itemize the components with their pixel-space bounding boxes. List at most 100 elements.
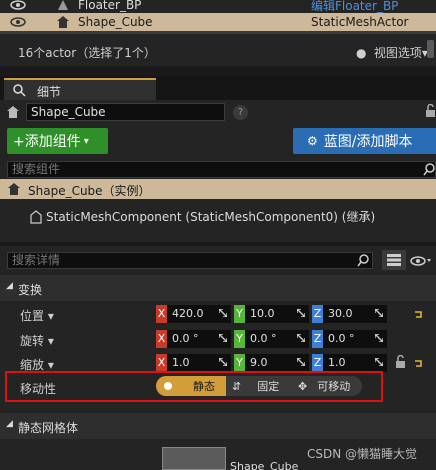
static-mesh-component-icon [30,209,42,224]
actor-name-field[interactable]: Shape_Cube [26,103,225,121]
drag-arrows-icon [219,358,227,366]
component-tree-child[interactable]: StaticMeshComponent (StaticMeshComponent… [30,208,375,225]
rotation-y-input[interactable]: 0.0 ° [245,330,309,348]
actor-icon [8,183,20,195]
location-x-input[interactable]: 420.0 [167,305,231,323]
static-mesh-thumbnail[interactable] [162,447,226,470]
static-mesh-section-header[interactable]: ◢ 静态网格体 [0,413,436,439]
z-axis-tag: Z [312,330,323,348]
location-xyz: X 420.0 Y 10.0 Z 30.0 [156,305,387,323]
collapse-arrow-icon: ◢ [6,281,13,291]
component-root-label: Shape_Cube（实例） [28,184,151,198]
scale-y-input[interactable]: 9.0 [245,354,309,372]
world-outliner: Floater_BP 编辑Floater_BP Shape_Cube Stati… [0,0,436,66]
lock-icon[interactable] [425,104,436,118]
location-label[interactable]: 位置 ▾ [20,307,54,324]
visibility-eye-icon[interactable] [10,0,26,10]
location-y-value: 10.0 [250,307,275,320]
scale-lock-icon[interactable] [395,355,406,369]
eye-icon: ● [356,46,367,60]
add-component-button[interactable]: +添加组件 ▾ [7,128,108,154]
blueprint-gear-icon: ⚙ [307,134,318,148]
collapse-arrow-icon: ◢ [6,419,13,429]
drag-arrows-icon [297,309,305,317]
tab-details[interactable]: 细节 [4,78,156,100]
static-mesh-header-label: 静态网格体 [18,421,79,435]
drag-arrows-icon [297,334,305,342]
component-search-input[interactable]: 搜索组件 [7,161,436,178]
details-search-icon [13,84,26,97]
drag-arrows-icon [219,334,227,342]
static-mesh-actor-icon [57,16,69,28]
outliner-row-type-link[interactable]: 编辑Floater_BP [311,0,398,14]
property-matrix-button[interactable] [382,250,406,270]
scale-xyz: X 1.0 Y 9.0 Z 1.0 [156,354,387,372]
location-x-value: 420.0 [172,307,204,320]
scale-x-value: 1.0 [172,356,190,369]
scale-y-value: 9.0 [250,356,268,369]
scale-x-input[interactable]: 1.0 [167,354,231,372]
outliner-row-floater[interactable]: Floater_BP 编辑Floater_BP [0,0,436,14]
view-options-eye-icon[interactable] [410,256,432,266]
y-axis-tag: Y [234,330,245,348]
blueprint-script-button[interactable]: ⚙ 蓝图/添加脚本 [293,128,436,154]
scale-z-input[interactable]: 1.0 [323,354,387,372]
drag-arrows-icon [375,334,383,342]
rotation-label[interactable]: 旋转 ▾ [20,332,54,349]
component-child-label: StaticMeshComponent (StaticMeshComponent… [46,210,376,224]
drag-arrows-icon [375,309,383,317]
tab-details-label: 细节 [37,85,62,99]
outliner-row-name: Shape_Cube [78,15,153,29]
component-tree-root[interactable]: Shape_Cube（实例） [0,179,436,199]
chevron-down-icon: ▾ [47,334,54,348]
scale-z-value: 1.0 [328,356,346,369]
x-axis-tag: X [156,305,167,323]
z-axis-tag: Z [312,305,323,323]
visibility-eye-icon[interactable] [10,17,26,27]
details-search-input[interactable]: 搜索详情 [7,252,373,269]
location-z-input[interactable]: 30.0 [323,305,387,323]
chevron-down-icon: ▾ [47,358,54,372]
z-axis-tag: Z [312,354,323,372]
rotation-y-value: 0.0 ° [250,332,277,345]
add-component-label: +添加组件 [13,134,81,150]
rotation-label-text: 旋转 [20,334,45,348]
view-options-label: 视图选项 [373,46,422,60]
actor-icon [58,0,68,10]
outliner-row-shape-cube[interactable]: Shape_Cube StaticMeshActor [0,13,436,31]
chevron-down-icon: ▾ [83,135,89,147]
y-axis-tag: Y [234,354,245,372]
search-icon [423,163,435,176]
drag-arrows-icon [297,358,305,366]
view-options-button[interactable]: ● 视图选项▾ [356,44,428,61]
outliner-row-name: Floater_BP [78,0,142,12]
chevron-down-icon: ▾ [47,309,54,323]
highlight-annotation-box [5,371,383,402]
rotation-x-input[interactable]: 0.0 ° [167,330,231,348]
actor-count: 16个actor（选择了1个） [18,46,156,60]
watermark: CSDN @懒猫睡大觉 [307,447,418,461]
details-tabbar: 细节 [0,76,436,100]
scale-label-text: 缩放 [20,358,45,372]
reset-to-default-icon[interactable] [413,358,423,368]
location-z-value: 30.0 [328,307,353,320]
x-axis-tag: X [156,354,167,372]
panel-splitter[interactable] [0,242,436,246]
y-axis-tag: Y [234,305,245,323]
grid-icon [387,254,401,266]
rotation-xyz: X 0.0 ° Y 0.0 ° Z 0.0 ° [156,330,387,348]
outliner-footer: 16个actor（选择了1个） ● 视图选项▾ [0,40,436,62]
outliner-scrollbar[interactable] [427,40,434,58]
rotation-z-input[interactable]: 0.0 ° [323,330,387,348]
location-label-text: 位置 [20,309,45,323]
help-icon[interactable]: ? [233,105,248,120]
blueprint-script-label: 蓝图/添加脚本 [323,134,413,150]
drag-arrows-icon [219,309,227,317]
x-axis-tag: X [156,330,167,348]
location-y-input[interactable]: 10.0 [245,305,309,323]
drag-arrows-icon [375,358,383,366]
rotation-x-value: 0.0 ° [172,332,199,345]
outliner-row-type: StaticMeshActor [311,15,409,29]
transform-section-header[interactable]: ◢ 变换 [0,275,436,301]
reset-to-default-icon[interactable] [413,309,423,319]
